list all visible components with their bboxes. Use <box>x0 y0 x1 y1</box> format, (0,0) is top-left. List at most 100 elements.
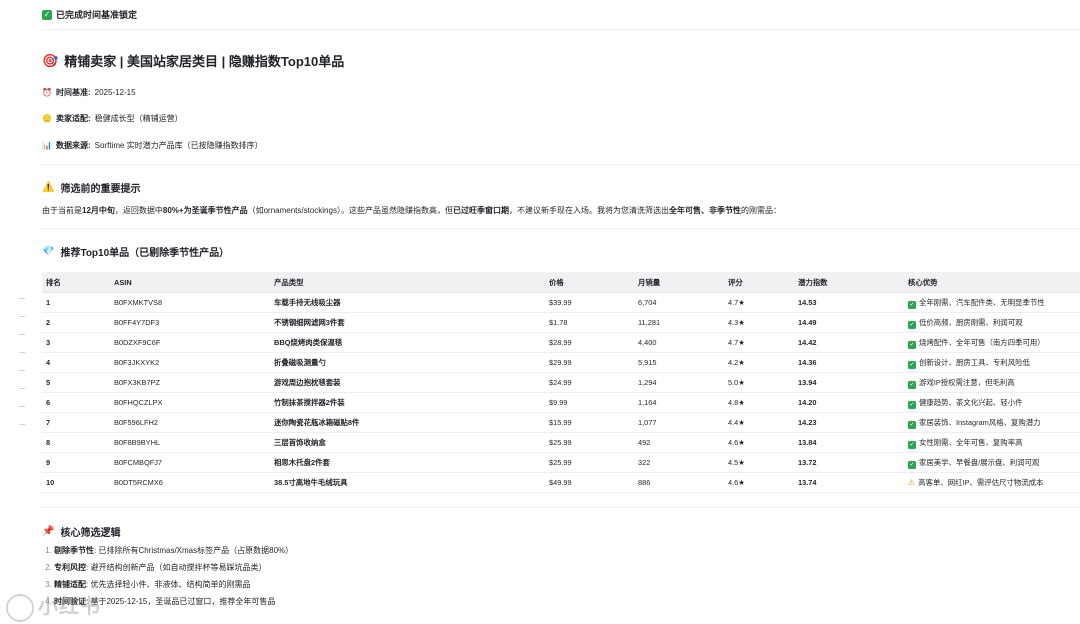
check-icon: ✓ <box>908 300 916 309</box>
notice-paragraph: 由于当前是12月中旬，返回数据中80%+为圣诞季节性产品（如ornaments/… <box>42 206 781 215</box>
table-cell: 车载手持无线吸尘器 <box>270 292 545 313</box>
table-cell: B0F8B9BYHL <box>110 432 270 453</box>
watermark-logo: 小红书 <box>6 590 101 622</box>
outline-marker[interactable] <box>19 406 25 407</box>
table-cell: B0FXMKTVS8 <box>110 292 270 313</box>
status-line: ✓ 已完成时间基准锁定 <box>42 8 137 21</box>
outline-marker[interactable] <box>19 334 25 335</box>
table-row: 8 B0F8B9BYHL 三层首饰收纳盒 $25.99 492 4.6★ 13.84 ✓ 女性刚… <box>42 432 1080 453</box>
table-cell: $39.99 <box>545 292 634 313</box>
table-cell: $9.99 <box>545 392 634 413</box>
table-cell: ✓ 健康趋势、茶文化兴起、轻小件 <box>904 392 1080 413</box>
table-cell: 11,281 <box>634 312 724 333</box>
table-row: 9 B0FCMBQFJ7 相思木托盘2件套 $25.99 322 4.5★ 13.72 ✓ 家居… <box>42 452 1080 473</box>
table-cell: ✓ 全年刚需、汽车配件类、无明显季节性 <box>904 292 1080 313</box>
table-cell: B0F3JKXYK2 <box>110 352 270 373</box>
column-header: 核心优势 <box>904 272 1080 293</box>
table-cell: 14.20 <box>794 392 904 413</box>
column-header: ASIN <box>110 272 270 293</box>
check-icon: ✓ <box>908 340 916 349</box>
warning-icon: ⚠️ <box>42 182 55 193</box>
outline-marker[interactable] <box>19 388 25 389</box>
table-cell: ✓ 烧烤配件、全年可售（南方四季可用） <box>904 332 1080 353</box>
table-cell: 14.36 <box>794 352 904 373</box>
table-row: 2 B0FF4Y7DF3 不锈钢细网滤网3件套 $1.78 11,281 4.3★ 14.4… <box>42 312 1080 333</box>
table-cell: 4.5★ <box>724 452 794 473</box>
table-row: 1 B0FXMKTVS8 车载手持无线吸尘器 $39.99 6,704 4.7★ 14.53… <box>42 292 1080 313</box>
outline-marker[interactable] <box>19 370 25 371</box>
pushpin-icon: 📌 <box>42 526 55 537</box>
column-header: 评分 <box>724 272 794 293</box>
table-cell: 322 <box>634 452 724 473</box>
table-cell: 13.84 <box>794 432 904 453</box>
table-cell: 14.53 <box>794 292 904 313</box>
page-title: 🎯 精铺卖家 | 美国站家居类目 | 隐赚指数Top10单品 <box>42 52 345 70</box>
table-cell: B0FF4Y7DF3 <box>110 312 270 333</box>
divider <box>42 507 1080 508</box>
check-icon: ✓ <box>908 440 916 449</box>
table-cell: B0DZXF9C6F <box>110 332 270 353</box>
table-cell: $15.99 <box>545 412 634 433</box>
table-cell: 5 <box>42 372 110 393</box>
top10-table: 排名 ASIN 产品类型 价格 月销量 评分 潜力指数 核心优势 1 B0FXMK… <box>42 272 1080 493</box>
table-cell: 4.4★ <box>724 412 794 433</box>
table-cell: 4.2★ <box>724 352 794 373</box>
column-header: 月销量 <box>634 272 724 293</box>
logic-heading: 📌 核心筛选逻辑 <box>42 526 121 539</box>
bar-chart-icon: 📊 <box>42 141 52 150</box>
table-cell: 4 <box>42 352 110 373</box>
table-cell: 5.0★ <box>724 372 794 393</box>
table-cell: 9 <box>42 452 110 473</box>
list-item: 剔除季节性: 已排除所有Christmas/Xmas标签产品（占原数据80%） <box>54 542 293 559</box>
table-cell: 4.8★ <box>724 392 794 413</box>
list-item: 专利风控: 避开结构创新产品（如自动搅拌杯等易踩坑品类） <box>54 559 293 576</box>
outline-marker[interactable] <box>19 298 25 299</box>
table-cell: 相思木托盘2件套 <box>270 452 545 473</box>
table-cell: B0FHQCZLPX <box>110 392 270 413</box>
table-cell: 4.3★ <box>724 312 794 333</box>
table-cell: 折叠磁吸测量勺 <box>270 352 545 373</box>
table-cell: 1 <box>42 292 110 313</box>
table-cell: 游戏周边抱枕毯套装 <box>270 372 545 393</box>
table-cell: 14.42 <box>794 332 904 353</box>
table-cell: $29.99 <box>545 352 634 373</box>
table-cell: 4.7★ <box>724 332 794 353</box>
table-cell: B0FX3KB7PZ <box>110 372 270 393</box>
table-cell: 6 <box>42 392 110 413</box>
outline-marker[interactable] <box>19 424 25 425</box>
table-cell: $25.99 <box>545 432 634 453</box>
notice-heading: ⚠️ 筛选前的重要提示 <box>42 182 141 195</box>
table-cell: 三层首饰收纳盒 <box>270 432 545 453</box>
column-header: 潜力指数 <box>794 272 904 293</box>
check-icon: ✓ <box>908 360 916 369</box>
table-row: 10 B0DT5RCMX6 38.5寸高地牛毛绒玩具 $49.99 886 4.6★ 13.… <box>42 472 1080 493</box>
column-header: 产品类型 <box>270 272 545 293</box>
meta-time: ⏰ 时间基准: 2025-12-15 <box>42 88 136 97</box>
table-cell: 8 <box>42 432 110 453</box>
check-icon: ✓ <box>908 400 916 409</box>
check-icon: ✓ <box>42 9 52 20</box>
column-header: 价格 <box>545 272 634 293</box>
table-cell: ✓ 游戏IP授权需注意，但毛利高 <box>904 372 1080 393</box>
table-cell: ⚠ 高客单、网红IP、需评估尺寸物流成本 <box>904 472 1080 493</box>
outline-marker[interactable] <box>19 316 25 317</box>
table-cell: 竹制抹茶搅拌器2件装 <box>270 392 545 413</box>
meta-source: 📊 数据来源: Sorftime 实时潜力产品库（已按隐赚指数排序） <box>42 141 263 150</box>
table-cell: ✓ 家居美学、早餐盘/展示盘、利润可观 <box>904 452 1080 473</box>
table-cell: 4,400 <box>634 332 724 353</box>
outline-marker[interactable] <box>19 352 25 353</box>
check-icon: ✓ <box>908 420 916 429</box>
table-cell: ✓ 创新设计、厨房工具、专利风险低 <box>904 352 1080 373</box>
table-header-row: 排名 ASIN 产品类型 价格 月销量 评分 潜力指数 核心优势 <box>42 272 1080 293</box>
table-cell: ✓ 家居装饰、Instagram风格、复购潜力 <box>904 412 1080 433</box>
table-row: 5 B0FX3KB7PZ 游戏周边抱枕毯套装 $24.99 1,294 5.0★ 13.94… <box>42 372 1080 393</box>
table-cell: 4.6★ <box>724 432 794 453</box>
table-cell: B0DT5RCMX6 <box>110 472 270 493</box>
table-cell: 13.74 <box>794 472 904 493</box>
table-row: 4 B0F3JKXYK2 折叠磁吸测量勺 $29.99 5,915 4.2★ 14.36 ✓ 创… <box>42 352 1080 373</box>
table-cell: $1.78 <box>545 312 634 333</box>
table-cell: ✓ 低价高频、厨房刚需、利润可观 <box>904 312 1080 333</box>
coin-icon: 🪙 <box>42 114 52 123</box>
divider <box>42 164 1080 165</box>
table-cell: 迷你陶瓷花瓶冰箱磁贴8件 <box>270 412 545 433</box>
